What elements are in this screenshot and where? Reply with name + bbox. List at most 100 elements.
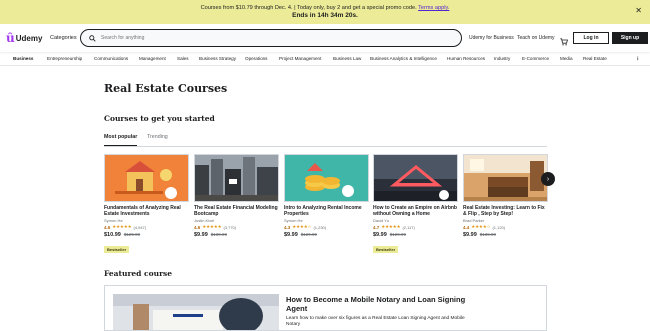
udemy-logo[interactable]: ȗ Udemy <box>6 32 42 44</box>
course-rating: 4.6 ★★★★★ (4,947) <box>104 224 189 230</box>
terms-link[interactable]: Terms apply. <box>418 5 449 11</box>
course-title[interactable]: Real Estate Investing: Learn to Fix & Fl… <box>463 205 548 217</box>
catnav-item[interactable]: Human Resources <box>447 56 485 61</box>
course-author: Justin Kivel <box>194 218 215 223</box>
catnav-item[interactable]: Business Strategy <box>199 56 236 61</box>
course-card[interactable]: Real Estate Investing: Learn to Fix & Fl… <box>463 154 548 238</box>
featured-course-card[interactable]: How to Become a Mobile Notary and Loan S… <box>104 285 547 331</box>
course-title[interactable]: How to Create an Empire on Airbnb withou… <box>373 205 458 217</box>
login-button[interactable]: Log in <box>573 32 609 44</box>
course-price: $9.99 $139.99 <box>194 232 279 238</box>
catnav-item[interactable]: E-Commerce <box>522 56 549 61</box>
catnav-item[interactable]: Project Management <box>279 56 321 61</box>
featured-heading: Featured course <box>104 269 173 278</box>
course-thumbnail[interactable] <box>373 154 458 202</box>
course-author: Symon He <box>104 218 123 223</box>
course-rating: 4.3 ★★★★☆ (1,230) <box>284 224 369 230</box>
catnav-item[interactable]: Communications <box>94 56 128 61</box>
course-rating: 4.7 ★★★★★ (2,117) <box>373 224 458 230</box>
price-original: $139.99 <box>479 232 497 237</box>
carousel-next-icon[interactable]: › <box>541 172 555 186</box>
rating-count: (4,947) <box>133 224 147 230</box>
course-author: Brad Parker <box>463 218 485 223</box>
category-nav: Business Entrepreneurship Communications… <box>0 52 650 66</box>
tab-most-popular[interactable]: Most popular <box>104 134 138 146</box>
close-icon[interactable]: ✕ <box>635 7 642 15</box>
featured-course-title[interactable]: How to Become a Mobile Notary and Loan S… <box>286 295 486 313</box>
star-rating-icon: ★★★★☆ <box>471 224 491 229</box>
course-price: $10.99 $129.99 <box>104 232 189 238</box>
catnav-item[interactable]: Business Law <box>333 56 361 61</box>
catnav-item[interactable]: Business Analytics & Intelligence <box>370 56 437 61</box>
price-original: $129.99 <box>123 232 141 237</box>
featured-course-description: Learn how to make over six figures as a … <box>286 316 465 327</box>
rating-count: (2,117) <box>402 224 415 230</box>
rating-value: 4.6 <box>104 224 111 230</box>
course-price: $9.99 $139.99 <box>463 232 548 238</box>
bestseller-badge: Bestseller <box>104 246 130 253</box>
header: ȗ Udemy Categories Udemy for Business Te… <box>0 24 650 52</box>
course-title[interactable]: Fundamentals of Analyzing Real Estate In… <box>104 205 189 217</box>
page-title: Real Estate Courses <box>104 82 228 95</box>
price-current: $10.99 <box>104 232 121 238</box>
udemy-logo-icon: ȗ <box>6 31 15 45</box>
course-rating: 4.6 ★★★★★ (3,770) <box>194 224 279 230</box>
star-rating-icon: ★★★★☆ <box>292 224 312 229</box>
catnav-item[interactable]: Industry <box>494 56 510 61</box>
tab-trending[interactable]: Trending <box>147 134 168 145</box>
rating-value: 4.6 <box>194 224 201 230</box>
course-card[interactable]: Fundamentals of Analyzing Real Estate In… <box>104 154 189 256</box>
search-bar[interactable] <box>80 29 462 47</box>
catnav-item[interactable]: Real Estate <box>583 56 607 61</box>
course-thumbnail[interactable] <box>194 154 279 202</box>
rating-value: 4.4 <box>463 224 470 230</box>
star-rating-icon: ★★★★★ <box>202 224 222 229</box>
rating-value: 4.7 <box>373 224 380 230</box>
cart-icon[interactable] <box>560 33 568 46</box>
catnav-item[interactable]: Business <box>13 56 33 61</box>
course-price: $9.99 $129.99 <box>373 232 458 238</box>
featured-thumbnail[interactable] <box>113 294 279 330</box>
more-menu-icon[interactable]: ⋮ <box>635 56 640 62</box>
rating-count: (1,120) <box>492 224 506 230</box>
course-author: David Yu <box>373 218 389 223</box>
price-original: $129.99 <box>389 232 407 237</box>
course-thumbnail[interactable] <box>104 154 189 202</box>
course-card[interactable]: The Real Estate Financial Modeling Bootc… <box>194 154 279 238</box>
price-current: $9.99 <box>463 232 477 238</box>
logo-text: Udemy <box>15 33 43 43</box>
price-current: $9.99 <box>284 232 298 238</box>
catnav-item[interactable]: Operations <box>245 56 267 61</box>
bestseller-badge: Bestseller <box>373 246 399 253</box>
catnav-item[interactable]: Sales <box>177 56 189 61</box>
promo-banner: Courses from $10.79 through Dec. 4. | To… <box>0 0 650 24</box>
price-current: $9.99 <box>373 232 387 238</box>
price-current: $9.99 <box>194 232 208 238</box>
price-original: $129.99 <box>300 232 318 237</box>
course-card[interactable]: Intro to Analyzing Rental Income Propert… <box>284 154 369 238</box>
categories-menu[interactable]: Categories <box>50 35 77 41</box>
catnav-item[interactable]: Entrepreneurship <box>47 56 82 61</box>
promo-countdown: Ends in 14h 34m 20s. <box>292 12 358 19</box>
star-rating-icon: ★★★★★ <box>112 224 132 229</box>
teach-link[interactable]: Teach on Udemy <box>517 35 555 41</box>
course-author: Symon He <box>284 218 303 223</box>
udemy-business-link[interactable]: Udemy for Business <box>469 35 514 41</box>
rating-count: (1,230) <box>313 224 327 230</box>
course-price: $9.99 $129.99 <box>284 232 369 238</box>
course-card[interactable]: How to Create an Empire on Airbnb withou… <box>373 154 458 256</box>
section-title: Courses to get you started <box>104 114 215 123</box>
signup-button[interactable]: Sign up <box>612 32 648 44</box>
rating-count: (3,770) <box>223 224 237 230</box>
course-thumbnail[interactable] <box>284 154 369 202</box>
promo-line-1: Courses from $10.79 through Dec. 4. | To… <box>200 5 450 11</box>
search-input[interactable] <box>101 35 421 41</box>
star-rating-icon: ★★★★★ <box>381 224 401 229</box>
course-title[interactable]: Intro to Analyzing Rental Income Propert… <box>284 205 369 217</box>
catnav-item[interactable]: Media <box>560 56 573 61</box>
catnav-item[interactable]: Management <box>139 56 166 61</box>
course-thumbnail[interactable] <box>463 154 548 202</box>
search-icon[interactable] <box>89 29 96 47</box>
rating-value: 4.3 <box>284 224 291 230</box>
course-title[interactable]: The Real Estate Financial Modeling Bootc… <box>194 205 279 217</box>
